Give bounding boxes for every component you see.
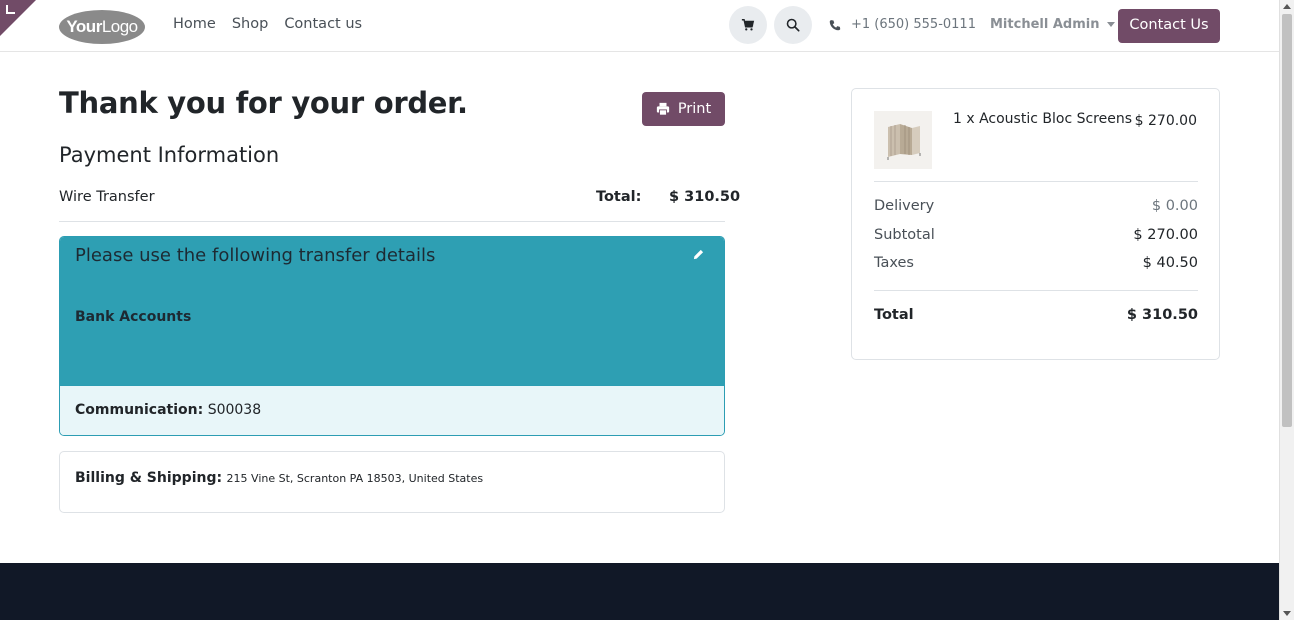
corner-arrow-icon — [6, 5, 15, 14]
pencil-icon[interactable] — [693, 249, 704, 260]
nav-home[interactable]: Home — [173, 16, 216, 32]
summary-row-delivery: Delivery $ 0.00 — [874, 198, 1198, 214]
site-header: YourLogo Home Shop Contact us +1 (650) 5… — [0, 0, 1279, 52]
scrollbar-thumb[interactable] — [1282, 14, 1292, 427]
nav-contact-us[interactable]: Contact us — [284, 16, 362, 32]
transfer-details-header: Please use the following transfer detail… — [60, 237, 724, 385]
product-image-icon — [874, 111, 932, 169]
site-footer — [0, 563, 1279, 620]
subtotal-value: $ 270.00 — [1133, 227, 1198, 243]
payment-total-value: $ 310.50 — [669, 189, 741, 205]
divider — [874, 290, 1198, 291]
printer-icon — [656, 102, 669, 116]
phone-icon — [829, 19, 841, 30]
print-button[interactable]: Print — [642, 92, 725, 126]
cart-button[interactable] — [729, 6, 767, 44]
delivery-value: $ 0.00 — [1151, 198, 1198, 214]
page-title: Thank you for your order. — [59, 86, 468, 120]
transfer-details-title: Please use the following transfer detail… — [75, 245, 436, 266]
scroll-up-icon[interactable] — [1283, 4, 1291, 9]
divider — [874, 181, 1198, 182]
cart-icon — [741, 19, 755, 31]
taxes-value: $ 40.50 — [1142, 255, 1198, 271]
chevron-down-icon — [1107, 22, 1116, 27]
logo-text-rest: Logo — [101, 17, 138, 36]
subtotal-label: Subtotal — [874, 227, 935, 243]
product-price: $ 270.00 — [1134, 113, 1197, 129]
order-summary-card: 1 x Acoustic Bloc Screens $ 270.00 Deliv… — [851, 88, 1220, 360]
delivery-label: Delivery — [874, 198, 935, 214]
search-icon — [786, 18, 800, 32]
main-nav: Home Shop Contact us — [173, 16, 362, 32]
product-thumbnail[interactable] — [874, 111, 932, 169]
user-menu[interactable]: Mitchell Admin — [990, 17, 1116, 32]
communication-row: Communication: S00038 — [60, 385, 724, 435]
divider — [59, 221, 725, 222]
phone-number: +1 (650) 555-0111 — [851, 17, 976, 32]
summary-row-total: Total $ 310.50 — [874, 307, 1198, 323]
billing-shipping-text: Billing & Shipping: 215 Vine St, Scranto… — [75, 470, 483, 486]
payment-total-label: Total: — [596, 189, 642, 205]
billing-shipping-address: 215 Vine St, Scranton PA 18503, United S… — [226, 472, 484, 485]
logo-text-bold: Your — [66, 17, 102, 36]
summary-row-subtotal: Subtotal $ 270.00 — [874, 227, 1198, 243]
transfer-details-panel: Please use the following transfer detail… — [59, 236, 725, 436]
phone-contact[interactable]: +1 (650) 555-0111 — [829, 17, 976, 32]
total-value: $ 310.50 — [1126, 307, 1198, 323]
edit-corner-badge[interactable] — [0, 0, 36, 36]
product-name[interactable]: 1 x Acoustic Bloc Screens — [953, 111, 1132, 127]
billing-shipping-label: Billing & Shipping: — [75, 470, 223, 486]
scroll-down-icon[interactable] — [1283, 611, 1291, 616]
communication-label: Communication: — [75, 402, 204, 418]
payment-information-heading: Payment Information — [59, 143, 280, 167]
billing-shipping-card: Billing & Shipping: 215 Vine St, Scranto… — [59, 451, 725, 513]
search-button[interactable] — [774, 6, 812, 44]
user-name: Mitchell Admin — [990, 17, 1100, 32]
nav-shop[interactable]: Shop — [232, 16, 268, 32]
page-scrollbar[interactable] — [1279, 0, 1294, 620]
bank-accounts-label: Bank Accounts — [75, 309, 192, 325]
communication-value: S00038 — [207, 402, 262, 418]
summary-row-taxes: Taxes $ 40.50 — [874, 255, 1198, 271]
print-label: Print — [677, 101, 712, 117]
communication-text: Communication: S00038 — [75, 402, 261, 418]
total-label: Total — [874, 307, 914, 323]
site-logo[interactable]: YourLogo — [59, 10, 145, 44]
contact-us-button[interactable]: Contact Us — [1118, 9, 1220, 43]
taxes-label: Taxes — [874, 255, 914, 271]
payment-method: Wire Transfer — [59, 189, 155, 205]
